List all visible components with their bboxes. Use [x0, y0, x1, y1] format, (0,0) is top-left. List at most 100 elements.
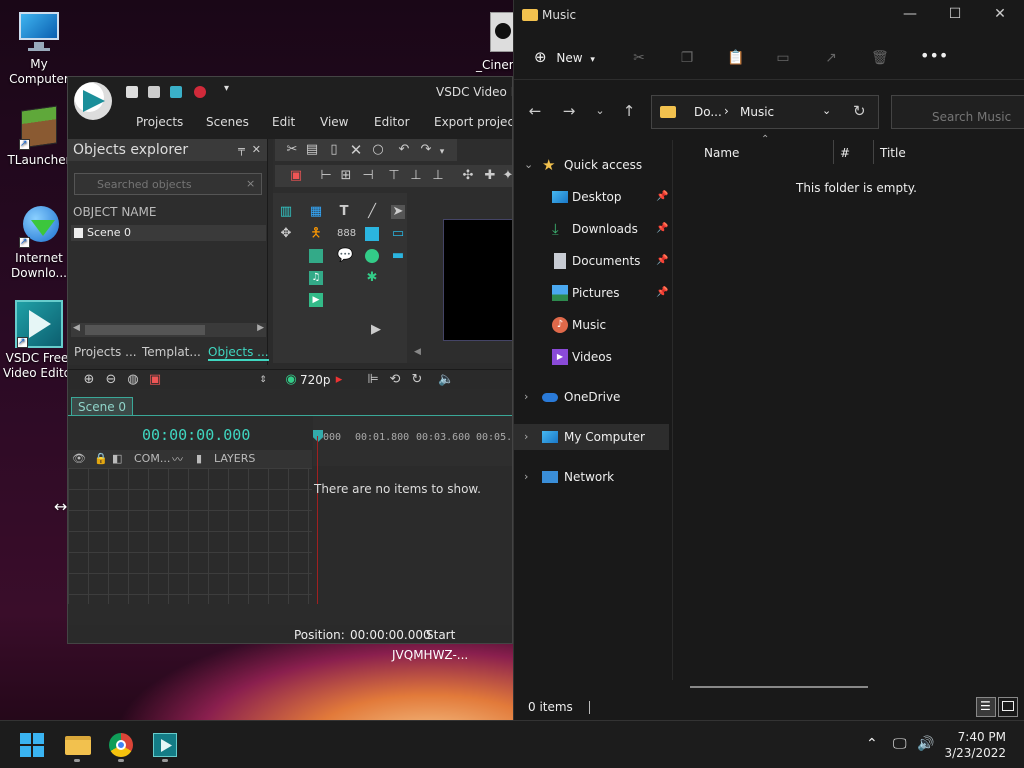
- blend-icon[interactable]: ◧: [112, 452, 122, 465]
- maximize-icon[interactable]: ☐: [945, 6, 965, 22]
- breadcrumb-prefix[interactable]: Do...: [694, 105, 722, 119]
- distribute-more-icon[interactable]: ✦: [501, 169, 512, 183]
- nav-item-quick-access[interactable]: ⌄ ★ Quick access: [514, 152, 669, 178]
- audio-layer-icon[interactable]: ◍: [126, 373, 140, 387]
- align-left-icon[interactable]: ⊢: [319, 169, 333, 183]
- add-layer-icon[interactable]: ⊕: [82, 373, 96, 387]
- breadcrumb-current[interactable]: Music: [740, 105, 774, 119]
- close-icon[interactable]: ✕: [252, 143, 261, 156]
- vsdc-app-logo-icon[interactable]: [74, 82, 112, 120]
- desktop-icon-cinema-partial[interactable]: _Cinem: [468, 6, 520, 74]
- video-play-icon[interactable]: ▶: [309, 293, 323, 307]
- volume-tray-icon[interactable]: 🔊: [917, 736, 934, 752]
- align-bottom-icon[interactable]: ⊥: [431, 169, 445, 183]
- pin-icon[interactable]: 📌: [656, 280, 668, 306]
- redo-icon[interactable]: ↷: [419, 143, 433, 157]
- align-middle-icon[interactable]: ⊥: [409, 169, 423, 183]
- waveform-icon[interactable]: 〰: [172, 451, 183, 467]
- rename-icon[interactable]: ▭: [775, 50, 791, 66]
- timeline-ruler[interactable]: 000 00:01.800 00:03.600 00:05.4: [313, 416, 512, 466]
- close-icon[interactable]: ✕: [990, 6, 1010, 22]
- distribute-horizontal-icon[interactable]: ✣: [461, 169, 475, 183]
- nav-item-pictures[interactable]: Pictures 📌: [514, 280, 669, 306]
- nav-item-downloads[interactable]: ⤓ Downloads 📌: [514, 216, 669, 242]
- menu-view[interactable]: View: [320, 115, 348, 129]
- details-view-button[interactable]: ☰: [976, 697, 996, 717]
- redo-dropdown-icon[interactable]: ▾: [435, 145, 449, 159]
- lock-icon[interactable]: 🔒: [94, 452, 108, 465]
- new-button[interactable]: ⊕ New ▾: [534, 48, 595, 66]
- chevron-down-icon[interactable]: ⌄: [524, 152, 533, 178]
- delete-icon[interactable]: ✕: [349, 143, 363, 158]
- layers-grid[interactable]: [68, 468, 312, 604]
- tab-scene-0[interactable]: Scene 0: [71, 397, 134, 417]
- refresh-icon[interactable]: ↻: [853, 102, 866, 120]
- column-divider[interactable]: [873, 140, 874, 164]
- screen-icon[interactable]: ▬: [391, 249, 405, 263]
- forward-arrow-icon[interactable]: →: [560, 102, 578, 120]
- nav-item-music[interactable]: ♪ Music: [514, 312, 669, 338]
- repeat-icon[interactable]: ↻: [410, 373, 424, 387]
- tab-templates[interactable]: Templat...: [142, 345, 201, 359]
- chevron-right-icon[interactable]: ›: [524, 424, 528, 450]
- back-arrow-icon[interactable]: ←: [526, 102, 544, 120]
- nav-item-desktop[interactable]: Desktop 📌: [514, 184, 669, 210]
- ellipse-icon[interactable]: [365, 249, 379, 263]
- chevron-right-icon[interactable]: ›: [524, 384, 528, 410]
- expand-icon[interactable]: ⇕: [256, 373, 270, 387]
- crop-icon[interactable]: ○: [371, 143, 385, 157]
- nav-item-my-computer[interactable]: › My Computer: [514, 424, 669, 450]
- align-top-icon[interactable]: ⊤: [387, 169, 401, 183]
- nav-item-videos[interactable]: ▶ Videos: [514, 344, 669, 370]
- paste-icon[interactable]: 📋: [727, 50, 744, 66]
- save-project-icon[interactable]: [170, 86, 182, 98]
- move-icon[interactable]: ✥: [279, 227, 293, 241]
- taskbar-vsdc[interactable]: [149, 729, 181, 761]
- column-header-title[interactable]: Title: [880, 146, 906, 160]
- minimize-icon[interactable]: —: [900, 6, 920, 22]
- delete-icon[interactable]: 🗑: [871, 50, 889, 66]
- show-hidden-icons-chevron-icon[interactable]: ⌃: [866, 736, 878, 752]
- system-clock[interactable]: 7:40 PM 3/23/2022: [944, 729, 1006, 761]
- text-icon[interactable]: T: [337, 205, 351, 219]
- tab-objects[interactable]: Objects ...: [208, 345, 269, 361]
- menu-projects[interactable]: Projects: [136, 115, 183, 129]
- video-preview-canvas[interactable]: [443, 219, 512, 341]
- menu-scenes[interactable]: Scenes: [206, 115, 249, 129]
- pin-icon[interactable]: 📌: [656, 184, 668, 210]
- paste-icon[interactable]: ▯: [327, 143, 341, 157]
- nav-item-documents[interactable]: Documents 📌: [514, 248, 669, 274]
- preview-eye-icon[interactable]: ◉: [284, 373, 298, 387]
- more-options-icon[interactable]: •••: [920, 46, 948, 65]
- share-icon[interactable]: ↗: [823, 50, 839, 66]
- copy-icon[interactable]: ❐: [679, 50, 695, 66]
- clear-search-icon[interactable]: ×: [246, 177, 255, 190]
- chart-icon[interactable]: ▦: [309, 205, 323, 219]
- resolution-select[interactable]: 720p: [300, 373, 331, 387]
- align-center-icon[interactable]: ⊞: [339, 169, 353, 183]
- rectangle-icon[interactable]: [365, 227, 379, 241]
- image-icon[interactable]: [309, 249, 323, 263]
- quick-access-dropdown-icon[interactable]: ▾: [224, 83, 229, 94]
- column-header-number[interactable]: #: [840, 146, 850, 160]
- audio-note-icon[interactable]: ♫: [309, 271, 323, 285]
- objects-horizontal-scrollbar[interactable]: ◀ ▶: [71, 323, 266, 337]
- copy-icon[interactable]: ▤: [305, 143, 319, 157]
- network-tray-icon[interactable]: 🖵: [893, 736, 907, 752]
- speech-bubble-icon[interactable]: 💬: [337, 249, 353, 263]
- cut-icon[interactable]: ✂: [631, 50, 647, 66]
- playhead-line[interactable]: [317, 436, 318, 604]
- resolution-dropdown-icon[interactable]: ▸: [332, 373, 346, 387]
- select-area-icon[interactable]: ▣: [289, 169, 303, 183]
- record-layer-icon[interactable]: ▣: [148, 373, 162, 387]
- menu-edit[interactable]: Edit: [272, 115, 295, 129]
- remove-layer-icon[interactable]: ⊖: [104, 373, 118, 387]
- counter-icon[interactable]: 888: [337, 227, 356, 241]
- explorer-search-input[interactable]: [891, 95, 1024, 129]
- nav-item-onedrive[interactable]: › OneDrive: [514, 384, 669, 410]
- visibility-eye-icon[interactable]: 👁: [72, 452, 86, 465]
- scroll-left-icon[interactable]: ◀: [73, 323, 80, 333]
- taskbar-chrome[interactable]: [105, 729, 137, 761]
- recent-locations-chevron-icon[interactable]: ⌄: [591, 104, 609, 117]
- column-header-name[interactable]: Name: [704, 146, 739, 160]
